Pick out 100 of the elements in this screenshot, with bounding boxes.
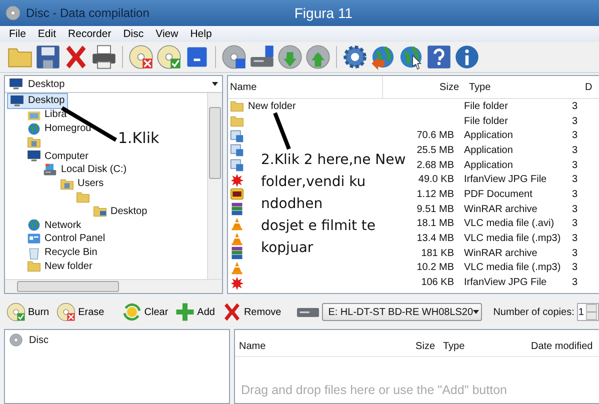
image-icon [230, 172, 244, 187]
toolbar-button[interactable]: Add [173, 302, 217, 322]
file-type: Application [464, 130, 513, 142]
column-header[interactable]: Size [383, 82, 465, 92]
pdf-icon [230, 187, 244, 202]
file-type: VLC media file (.mp3) [464, 262, 561, 274]
application-icon [230, 128, 244, 143]
file-type: File folder [464, 116, 508, 127]
globe-icon [26, 218, 40, 232]
scrollbar[interactable] [207, 93, 222, 279]
file-size: 9.51 MB [416, 204, 454, 215]
copies-label: Number of copies: [493, 306, 574, 318]
column-header[interactable]: D [581, 82, 599, 92]
toolbar-button[interactable]: Erase [54, 302, 106, 322]
archive-icon [230, 202, 244, 216]
toolbar-button[interactable]: Burn [4, 302, 52, 322]
plus-icon [175, 302, 196, 322]
file-type: VLC media file (.avi) [464, 218, 554, 230]
file-size: 2.68 MB [416, 160, 454, 171]
folder-icon [92, 204, 106, 218]
disc-icon [277, 44, 303, 70]
menu-item[interactable]: Edit [32, 26, 62, 42]
disc-icon [9, 333, 23, 347]
file-size: 106 KB [421, 277, 454, 288]
copies-spinner[interactable]: 1 [577, 303, 599, 321]
drive-icon [297, 308, 320, 316]
file-size: 13.4 MB [416, 233, 454, 244]
column-header[interactable]: Date modified [527, 340, 597, 352]
scrollbar[interactable] [5, 279, 222, 293]
tree-item[interactable]: Desktop [90, 203, 150, 220]
toolbar-button[interactable] [127, 44, 155, 70]
tree-item[interactable]: Control Panel [24, 230, 108, 247]
menu-item[interactable]: File [4, 26, 31, 42]
toolbar-button[interactable]: Remove [220, 302, 284, 322]
info-icon [454, 44, 480, 70]
tree-item[interactable]: Disc [9, 333, 48, 347]
toolbar-button[interactable] [341, 44, 369, 70]
application-icon [230, 143, 244, 158]
tree-item[interactable]: Computer [24, 148, 92, 164]
toolbar-button[interactable] [34, 44, 62, 70]
folder-icon [230, 99, 244, 114]
toolbar-button[interactable] [248, 44, 276, 70]
file-size: 25.5 MB [416, 144, 454, 156]
tree-item[interactable]: Recycle Bin [24, 244, 100, 261]
tree-item[interactable]: Network [24, 217, 84, 234]
spinner-arrows-icon [586, 304, 597, 320]
application-icon [230, 158, 244, 172]
tree-item[interactable]: Desktop [7, 92, 68, 109]
file-type: IrfanView JPG File [464, 277, 547, 288]
file-type: WinRAR archive [464, 204, 538, 215]
disc-icon [6, 302, 26, 322]
disc-icon [5, 5, 21, 21]
caret-icon [212, 82, 218, 86]
file-date: 3 [572, 116, 578, 127]
tree-item[interactable]: Users [56, 176, 107, 192]
file-type: Application [464, 144, 513, 156]
tree-item[interactable]: Local Disk (C:) [40, 162, 130, 178]
folder-icon [76, 190, 90, 204]
image-icon [230, 276, 244, 290]
file-size: 70.6 MB [416, 130, 454, 142]
column-header[interactable]: Type [465, 82, 581, 92]
file-size: 18.1 MB [416, 218, 454, 230]
file-date: 3 [572, 204, 578, 215]
tree-item[interactable]: New folder [24, 258, 96, 274]
annotation-text: 1.Klik [118, 129, 160, 147]
refresh-icon [122, 302, 142, 322]
toolbar-button[interactable] [425, 44, 453, 70]
help-icon [426, 44, 452, 70]
menu-item[interactable]: Disc [118, 26, 149, 42]
file-size: 49.0 KB [418, 174, 454, 186]
file-date: 3 [572, 218, 578, 230]
figure-caption: Figura 11 [294, 5, 352, 21]
folder-icon [60, 176, 74, 191]
drive-icon [43, 162, 57, 177]
toolbar-button[interactable] [90, 44, 118, 70]
column-header[interactable]: Name [235, 340, 373, 352]
column-header[interactable]: Size [373, 340, 439, 352]
cone-icon [230, 260, 244, 275]
folder-icon [26, 259, 40, 274]
menu-item[interactable]: Recorder [63, 26, 116, 42]
file-size: 181 KB [421, 248, 454, 259]
settings-icon [342, 44, 368, 70]
toolbar-button[interactable]: Clear [120, 302, 170, 322]
toolbar-button[interactable] [220, 44, 248, 70]
network-icon [26, 122, 40, 136]
file-date: 3 [572, 100, 578, 112]
menu-item[interactable]: Help [185, 26, 217, 42]
menu-item[interactable]: View [150, 26, 184, 42]
column-header[interactable]: Type [439, 340, 527, 352]
file-date: 3 [572, 160, 578, 171]
file-date: 3 [572, 262, 578, 274]
globe-icon [398, 44, 424, 70]
tree-item[interactable]: Homegrou [24, 120, 94, 136]
column-header[interactable]: Name [228, 76, 383, 98]
file-date: 3 [572, 174, 578, 186]
tree-item[interactable]: Libra [24, 106, 70, 123]
cone-icon [230, 232, 244, 246]
drive-dropdown[interactable]: E: HL-DT-ST BD-RE WH08LS20 [322, 303, 482, 321]
file-type: WinRAR archive [464, 248, 538, 259]
toolbar-button[interactable] [453, 44, 481, 70]
